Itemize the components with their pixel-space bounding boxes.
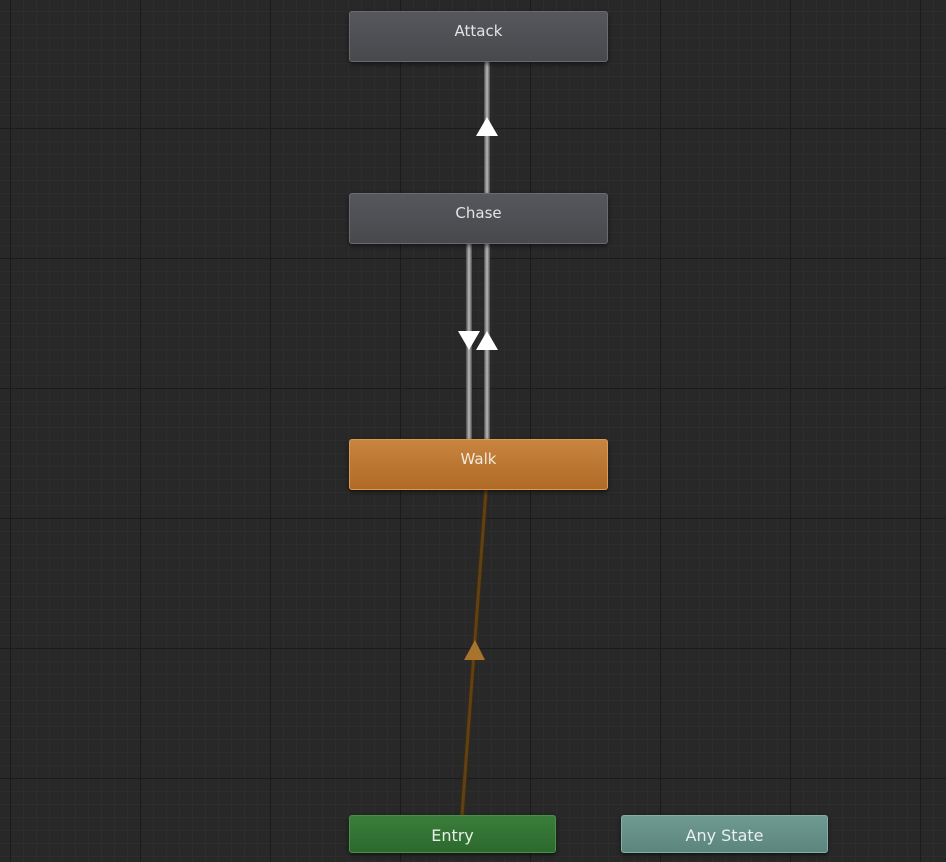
- arrow-up-icon: [476, 117, 498, 136]
- state-node-walk-default[interactable]: Walk: [349, 439, 608, 490]
- state-node-chase[interactable]: Chase: [349, 193, 608, 244]
- transition-chase-to-walk[interactable]: [458, 244, 480, 439]
- arrow-up-icon: [464, 640, 485, 660]
- transition-walk-to-chase[interactable]: [476, 244, 498, 439]
- arrow-down-icon: [458, 331, 480, 350]
- state-label: Chase: [455, 204, 502, 222]
- transition-layer: [458, 62, 498, 816]
- state-label: Attack: [454, 22, 503, 40]
- arrow-up-icon: [476, 331, 498, 350]
- state-node-any-state[interactable]: Any State: [621, 815, 828, 853]
- transition-entry-to-walk[interactable]: [459, 489, 489, 816]
- state-label: Any State: [685, 826, 764, 845]
- state-label: Walk: [460, 450, 497, 468]
- state-node-attack[interactable]: Attack: [349, 11, 608, 62]
- state-label: Entry: [431, 826, 474, 845]
- state-node-entry[interactable]: Entry: [349, 815, 556, 853]
- transition-chase-to-attack[interactable]: [476, 62, 498, 193]
